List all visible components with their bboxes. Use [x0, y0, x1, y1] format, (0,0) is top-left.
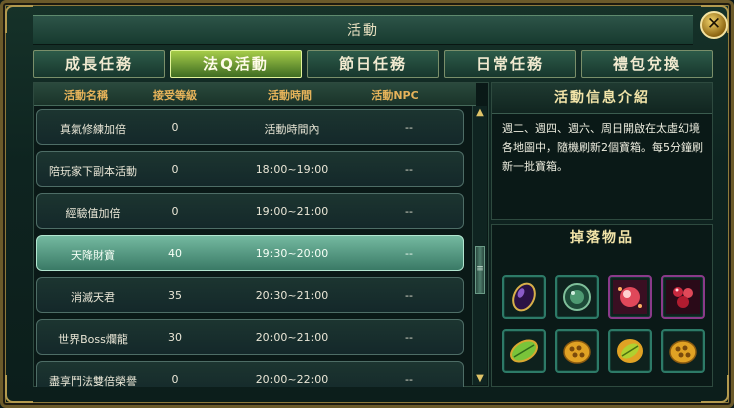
- window-title: 活動: [347, 23, 379, 39]
- activity-npc: --: [405, 247, 413, 260]
- table-header: 活動名稱 接受等級 活動時間 活動NPC: [34, 83, 476, 106]
- table-row[interactable]: 陪玩家下副本活動 0 18:00~19:00 --: [36, 151, 464, 187]
- dark-gem-icon: [512, 282, 536, 312]
- activity-name: 消滅天君: [71, 291, 115, 304]
- item-slot[interactable]: [661, 275, 705, 319]
- activity-npc: --: [405, 373, 413, 386]
- activity-npc: --: [405, 163, 413, 176]
- activity-time: 18:00~19:00: [255, 163, 329, 176]
- item-slot[interactable]: [555, 275, 599, 319]
- column-header-name: 活動名稱: [64, 89, 108, 102]
- gold-nugget-icon: [669, 340, 697, 364]
- item-slot[interactable]: [608, 329, 652, 373]
- scroll-down-arrow-icon[interactable]: ▼: [474, 373, 486, 384]
- item-slot[interactable]: [555, 329, 599, 373]
- activity-name: 陪玩家下副本活動: [49, 165, 137, 178]
- green-gold-gem-icon: [617, 339, 643, 363]
- jade-orb-icon: [563, 283, 591, 311]
- activity-time: 20:00~21:00: [255, 331, 329, 344]
- table-row[interactable]: 盡享鬥法雙倍榮譽 0 20:00~22:00 --: [36, 361, 464, 387]
- gold-nugget-icon: [563, 340, 591, 364]
- activity-name: 經驗值加倍: [65, 207, 121, 220]
- activity-time: 20:00~22:00: [255, 373, 329, 386]
- activity-info-text: 週二、週四、週六、周日開啟在太虛幻境各地圖中，隨機刷新2個寶箱。每5分鐘刷新一批…: [502, 122, 703, 173]
- item-slot[interactable]: [502, 275, 546, 319]
- activity-level: 35: [168, 289, 182, 302]
- activity-npc: --: [405, 121, 413, 134]
- table-row[interactable]: 真氣修練加倍 0 活動時間內 --: [36, 109, 464, 145]
- scroll-thumb[interactable]: ≡: [475, 246, 485, 294]
- activity-name: 天降財寶: [71, 249, 115, 262]
- table-row[interactable]: 世界Boss爛龍 30 20:00~21:00 --: [36, 319, 464, 355]
- activity-level: 0: [171, 205, 179, 218]
- activity-name: 世界Boss爛龍: [58, 333, 128, 346]
- activity-list-panel: 活動名稱 接受等級 活動時間 活動NPC 真氣修練加倍 0 活動時間內 -- 陪…: [33, 82, 489, 387]
- drop-items-title: 掉落物品: [570, 230, 634, 246]
- close-icon: ✕: [706, 14, 722, 34]
- activity-info-panel: 活動信息介紹 週二、週四、週六、周日開啟在太虛幻境各地圖中，隨機刷新2個寶箱。每…: [491, 82, 713, 220]
- table-row[interactable]: 經驗值加倍 0 19:00~21:00 --: [36, 193, 464, 229]
- close-button[interactable]: ✕: [700, 11, 728, 39]
- activity-window: 活動 ✕ 成長任務 法Q活動 節日任務 日常任務 禮包兌換 活動名稱 接受等級 …: [0, 0, 734, 408]
- activity-time: 20:30~21:00: [255, 289, 329, 302]
- activity-npc: --: [405, 331, 413, 344]
- column-header-level: 接受等級: [153, 89, 197, 102]
- table-row-selected[interactable]: 天降財寶 40 19:30~20:00 --: [36, 235, 464, 271]
- scroll-up-arrow-icon[interactable]: ▲: [474, 107, 486, 118]
- frame-corner-ornament: [5, 375, 33, 403]
- tab-faq-activities[interactable]: 法Q活動: [170, 50, 302, 78]
- activity-info-title: 活動信息介紹: [492, 83, 712, 114]
- activity-rows: 真氣修練加倍 0 活動時間內 -- 陪玩家下副本活動 0 18:00~19:00…: [36, 107, 464, 387]
- tab-growth-quests[interactable]: 成長任務: [33, 50, 165, 78]
- item-slot[interactable]: [661, 329, 705, 373]
- activity-name: 盡享鬥法雙倍榮譽: [49, 375, 137, 387]
- frame-corner-ornament: [5, 5, 33, 33]
- item-slot[interactable]: [502, 329, 546, 373]
- activity-list-scrollbar[interactable]: ▲ ≡ ▼: [472, 106, 487, 385]
- column-header-npc: 活動NPC: [371, 89, 419, 102]
- activity-level: 30: [168, 331, 182, 344]
- activity-time: 活動時間內: [264, 123, 320, 136]
- tab-daily-quests[interactable]: 日常任務: [444, 50, 576, 78]
- activity-level: 0: [171, 121, 179, 134]
- drop-items-panel: 掉落物品: [491, 224, 713, 387]
- tab-festival-quests[interactable]: 節日任務: [307, 50, 439, 78]
- green-leaf-gem-icon: [510, 339, 538, 363]
- item-slot[interactable]: [608, 275, 652, 319]
- activity-time: 19:00~21:00: [255, 205, 329, 218]
- red-spark-orb-icon: [613, 280, 647, 314]
- activity-time: 19:30~20:00: [255, 247, 329, 260]
- ruby-cluster-icon: [666, 280, 700, 314]
- activity-level: 0: [171, 373, 179, 386]
- column-header-time: 活動時間: [268, 89, 312, 102]
- activity-npc: --: [405, 205, 413, 218]
- tab-gift-exchange[interactable]: 禮包兌換: [581, 50, 713, 78]
- activity-level: 40: [168, 247, 182, 260]
- activity-name: 真氣修練加倍: [60, 123, 126, 136]
- title-bar: 活動: [33, 15, 693, 45]
- table-row[interactable]: 消滅天君 35 20:30~21:00 --: [36, 277, 464, 313]
- tab-bar: 成長任務 法Q活動 節日任務 日常任務 禮包兌換: [33, 50, 717, 78]
- activity-level: 0: [171, 163, 179, 176]
- activity-npc: --: [405, 289, 413, 302]
